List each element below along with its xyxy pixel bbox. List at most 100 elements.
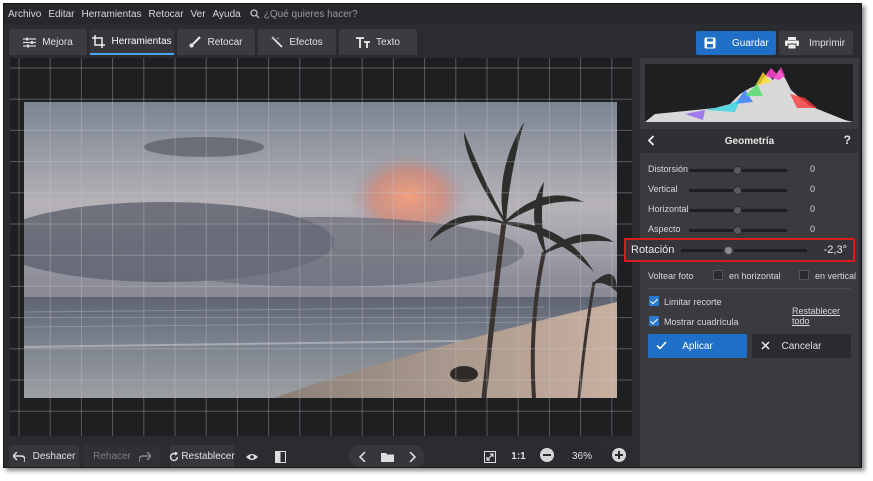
search-icon [250, 9, 260, 19]
slider-distorsion-label: Distorsión [648, 164, 689, 174]
folder-icon[interactable] [380, 452, 394, 462]
show-grid-checkbox[interactable] [649, 316, 659, 326]
menu-ayuda[interactable]: Ayuda [213, 9, 241, 20]
redo-label: Rehacer [93, 451, 131, 462]
crop-icon [92, 34, 106, 48]
zoom-in-button[interactable] [612, 448, 626, 462]
reset-all-link[interactable]: Restablecer todo [792, 306, 859, 326]
slider-distorsion-thumb[interactable] [733, 166, 742, 175]
tab-efectos-label: Efectos [289, 36, 323, 48]
rotation-thumb[interactable] [723, 245, 734, 256]
eye-icon [245, 453, 258, 460]
tab-herramientas[interactable]: Herramientas [90, 29, 174, 55]
histogram [645, 64, 853, 122]
slider-vertical-label: Vertical [648, 184, 678, 194]
tab-mejora[interactable]: Mejora [9, 29, 87, 55]
menu-archivo[interactable]: Archivo [8, 9, 41, 20]
rotation-label: Rotación [631, 244, 675, 256]
magic-wand-icon [271, 36, 283, 48]
slider-aspecto: Aspecto 0 [648, 222, 853, 238]
minus-icon [543, 454, 551, 456]
histogram-graph [645, 67, 853, 122]
search-box[interactable]: ¿Qué quieres hacer? [250, 9, 358, 20]
undo-button[interactable]: Deshacer [9, 445, 79, 467]
slider-horizontal-thumb[interactable] [733, 206, 742, 215]
menu-editar[interactable]: Editar [48, 9, 74, 20]
apply-label: Aplicar [682, 340, 713, 352]
menu-bar: Archivo Editar Herramientas Retocar Ver … [4, 4, 861, 24]
zoom-out-button[interactable] [540, 448, 554, 462]
tab-retocar-label: Retocar [207, 36, 243, 48]
slider-aspecto-label: Aspecto [648, 224, 681, 234]
photo-canvas[interactable] [10, 58, 632, 436]
text-icon [356, 36, 371, 48]
panel-title: Geometría [724, 135, 775, 147]
help-icon[interactable]: ? [844, 133, 851, 147]
limit-crop-label: Limitar recorte [664, 297, 722, 307]
undo-icon [12, 451, 25, 462]
save-label: Guardar [732, 37, 769, 49]
slider-distorsion: Distorsión 0 [648, 162, 853, 178]
tab-retocar[interactable]: Retocar [177, 29, 255, 55]
tab-texto-label: Texto [376, 36, 400, 48]
slider-distorsion-value: 0 [809, 164, 815, 174]
slider-horizontal-value: 0 [809, 204, 815, 214]
slider-horizontal-label: Horizontal [648, 204, 689, 214]
slider-horizontal-track[interactable] [689, 206, 787, 215]
zoom-level[interactable]: 36% [562, 445, 602, 467]
print-label: Imprimir [809, 37, 846, 49]
rotation-value: -2,3° [823, 244, 847, 256]
panel-header: Geometría ? [640, 129, 859, 153]
reset-button[interactable]: Restablecer [170, 445, 235, 467]
flip-horizontal-label: en horizontal [729, 271, 781, 281]
menu-ver[interactable]: Ver [191, 9, 206, 20]
cancel-button[interactable]: Cancelar [752, 334, 851, 358]
flip-vertical-label: en vertical [815, 271, 857, 281]
reset-label: Restablecer [181, 451, 235, 462]
chevron-right-icon[interactable] [408, 451, 416, 462]
compare-icon [275, 450, 286, 463]
printer-icon [785, 37, 799, 49]
show-grid-label: Mostrar cuadrícula [664, 317, 739, 327]
slider-aspecto-track[interactable] [689, 226, 787, 235]
slider-aspecto-value: 0 [809, 224, 815, 234]
flip-horizontal-checkbox[interactable] [713, 270, 723, 280]
brush-icon [189, 36, 202, 48]
checkmark-icon [656, 341, 667, 350]
save-button[interactable]: Guardar [696, 31, 776, 55]
close-icon [761, 341, 770, 350]
rotation-slider[interactable] [681, 245, 807, 256]
floppy-disk-icon [704, 37, 716, 49]
app-window: Archivo Editar Herramientas Retocar Ver … [3, 3, 862, 468]
slider-aspecto-thumb[interactable] [733, 226, 742, 235]
sliders-icon [23, 37, 37, 47]
slider-vertical-value: 0 [809, 184, 815, 194]
limit-crop-checkbox[interactable] [649, 296, 659, 306]
tab-efectos[interactable]: Efectos [258, 29, 336, 55]
chevron-left-icon[interactable] [358, 451, 367, 462]
apply-button[interactable]: Aplicar [648, 334, 747, 358]
slider-vertical: Vertical 0 [648, 182, 853, 198]
tab-mejora-label: Mejora [42, 36, 73, 48]
undo-label: Deshacer [32, 451, 76, 462]
fit-screen-icon [483, 450, 496, 463]
fit-to-screen-button[interactable] [478, 445, 501, 467]
redo-icon [138, 451, 151, 462]
print-button[interactable]: Imprimir [779, 31, 853, 55]
zoom-1-1-button[interactable]: 1:1 [506, 445, 531, 467]
slider-vertical-track[interactable] [689, 186, 787, 195]
rotation-control: Rotación -2,3° [624, 238, 855, 262]
tab-texto[interactable]: Texto [339, 29, 417, 55]
menu-retocar[interactable]: Retocar [149, 9, 184, 20]
preview-toggle[interactable] [240, 445, 263, 467]
flip-vertical-checkbox[interactable] [799, 270, 809, 280]
geometry-panel: Geometría ? Distorsión 0 Vertical 0 Hori… [624, 58, 859, 467]
compare-toggle[interactable] [269, 445, 292, 467]
slider-vertical-thumb[interactable] [733, 186, 742, 195]
redo-button[interactable]: Rehacer [84, 445, 160, 467]
menu-herramientas[interactable]: Herramientas [81, 9, 141, 20]
slider-distorsion-track[interactable] [689, 166, 787, 175]
crop-grid [10, 58, 632, 436]
slider-horizontal: Horizontal 0 [648, 202, 853, 218]
plus-icon [615, 451, 623, 459]
